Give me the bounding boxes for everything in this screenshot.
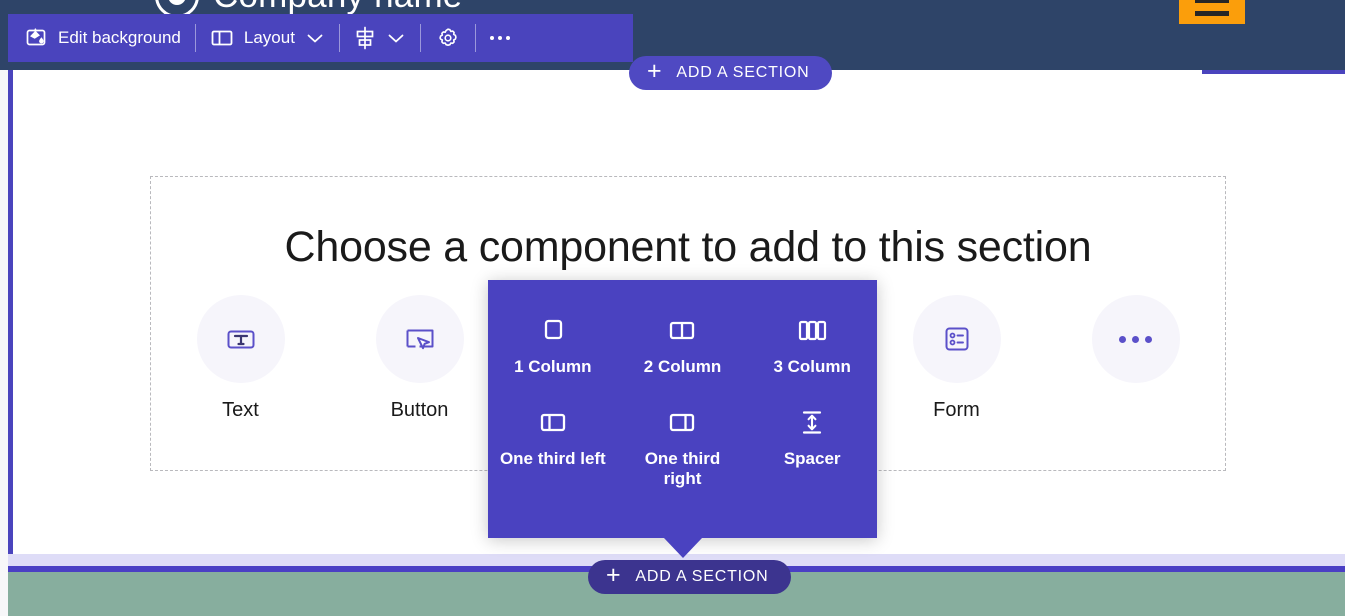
flyout-pointer-arrow bbox=[664, 538, 702, 558]
component-text[interactable]: Text bbox=[167, 295, 315, 422]
layout-option-label: 2 Column bbox=[643, 357, 722, 376]
ellipsis-icon bbox=[489, 36, 510, 40]
layout-option-one-third-left[interactable]: One third left bbox=[488, 400, 618, 490]
component-form[interactable]: Form bbox=[883, 295, 1031, 422]
component-button[interactable]: Button bbox=[346, 295, 494, 422]
add-section-label: ADD A SECTION bbox=[676, 64, 810, 81]
section-toolbar: Edit background Layout bbox=[8, 14, 633, 62]
component-icon-wrap bbox=[1091, 295, 1180, 383]
add-section-button-top[interactable]: + ADD A SECTION bbox=[629, 56, 832, 90]
component-more[interactable] bbox=[1062, 295, 1210, 399]
spacer-icon bbox=[796, 404, 828, 442]
page-editor-root: Company name Choose a component to add t… bbox=[0, 0, 1345, 616]
plus-icon: + bbox=[647, 57, 663, 85]
layout-option-label: Spacer bbox=[783, 448, 841, 468]
layout-option-1-column[interactable]: 1 Column bbox=[488, 308, 618, 378]
layout-flyout-panel: 1 Column 2 Column 3 Column One third lef… bbox=[488, 280, 877, 538]
ellipsis-icon bbox=[1119, 335, 1152, 343]
chevron-down-icon bbox=[305, 31, 325, 45]
component-icon-wrap bbox=[375, 295, 464, 383]
hamburger-bar bbox=[1195, 0, 1229, 3]
layout-option-label: 1 Column bbox=[514, 357, 592, 376]
one-column-icon bbox=[537, 312, 569, 350]
add-section-label: ADD A SECTION bbox=[635, 568, 769, 585]
edit-background-label: Edit background bbox=[58, 28, 181, 47]
form-list-icon bbox=[945, 327, 968, 351]
text-box-icon bbox=[227, 330, 254, 349]
align-button[interactable] bbox=[340, 14, 420, 62]
layout-option-3-column[interactable]: 3 Column bbox=[747, 308, 877, 378]
plus-icon: + bbox=[606, 561, 622, 589]
more-options-button[interactable] bbox=[476, 14, 524, 62]
component-label: Form bbox=[933, 399, 980, 421]
settings-button[interactable] bbox=[421, 14, 475, 62]
layout-button[interactable]: Layout bbox=[196, 14, 339, 62]
one-third-right-icon bbox=[664, 404, 700, 442]
layout-option-spacer[interactable]: Spacer bbox=[747, 400, 877, 490]
layout-option-label: One third left bbox=[499, 448, 606, 468]
layout-option-2-column[interactable]: 2 Column bbox=[618, 308, 748, 378]
component-label: Button bbox=[390, 399, 449, 421]
layout-option-grid: 1 Column 2 Column 3 Column One third lef… bbox=[488, 308, 877, 490]
component-icon-wrap bbox=[196, 295, 285, 383]
layout-option-one-third-right[interactable]: One third right bbox=[618, 400, 748, 490]
three-column-icon bbox=[793, 312, 831, 350]
hamburger-menu-icon[interactable] bbox=[1179, 0, 1245, 24]
layout-option-label: 3 Column bbox=[773, 357, 851, 376]
add-section-button-bottom[interactable]: + ADD A SECTION bbox=[588, 560, 791, 594]
one-third-left-icon bbox=[535, 404, 571, 442]
component-label: Text bbox=[222, 399, 259, 421]
component-icon-wrap bbox=[912, 295, 1001, 383]
layout-label: Layout bbox=[243, 28, 295, 47]
chevron-down-icon bbox=[386, 31, 406, 45]
page-title: Choose a component to add to this sectio… bbox=[284, 223, 1092, 271]
align-distribute-icon bbox=[354, 25, 376, 51]
hamburger-bar bbox=[1195, 10, 1229, 16]
button-cursor-icon bbox=[406, 329, 433, 350]
two-column-icon bbox=[664, 312, 700, 350]
two-column-layout-icon bbox=[210, 28, 234, 48]
layout-option-label: One third right bbox=[644, 448, 721, 489]
edit-background-button[interactable]: Edit background bbox=[8, 14, 195, 62]
gear-icon bbox=[435, 25, 461, 51]
paint-bucket-icon bbox=[22, 26, 48, 50]
